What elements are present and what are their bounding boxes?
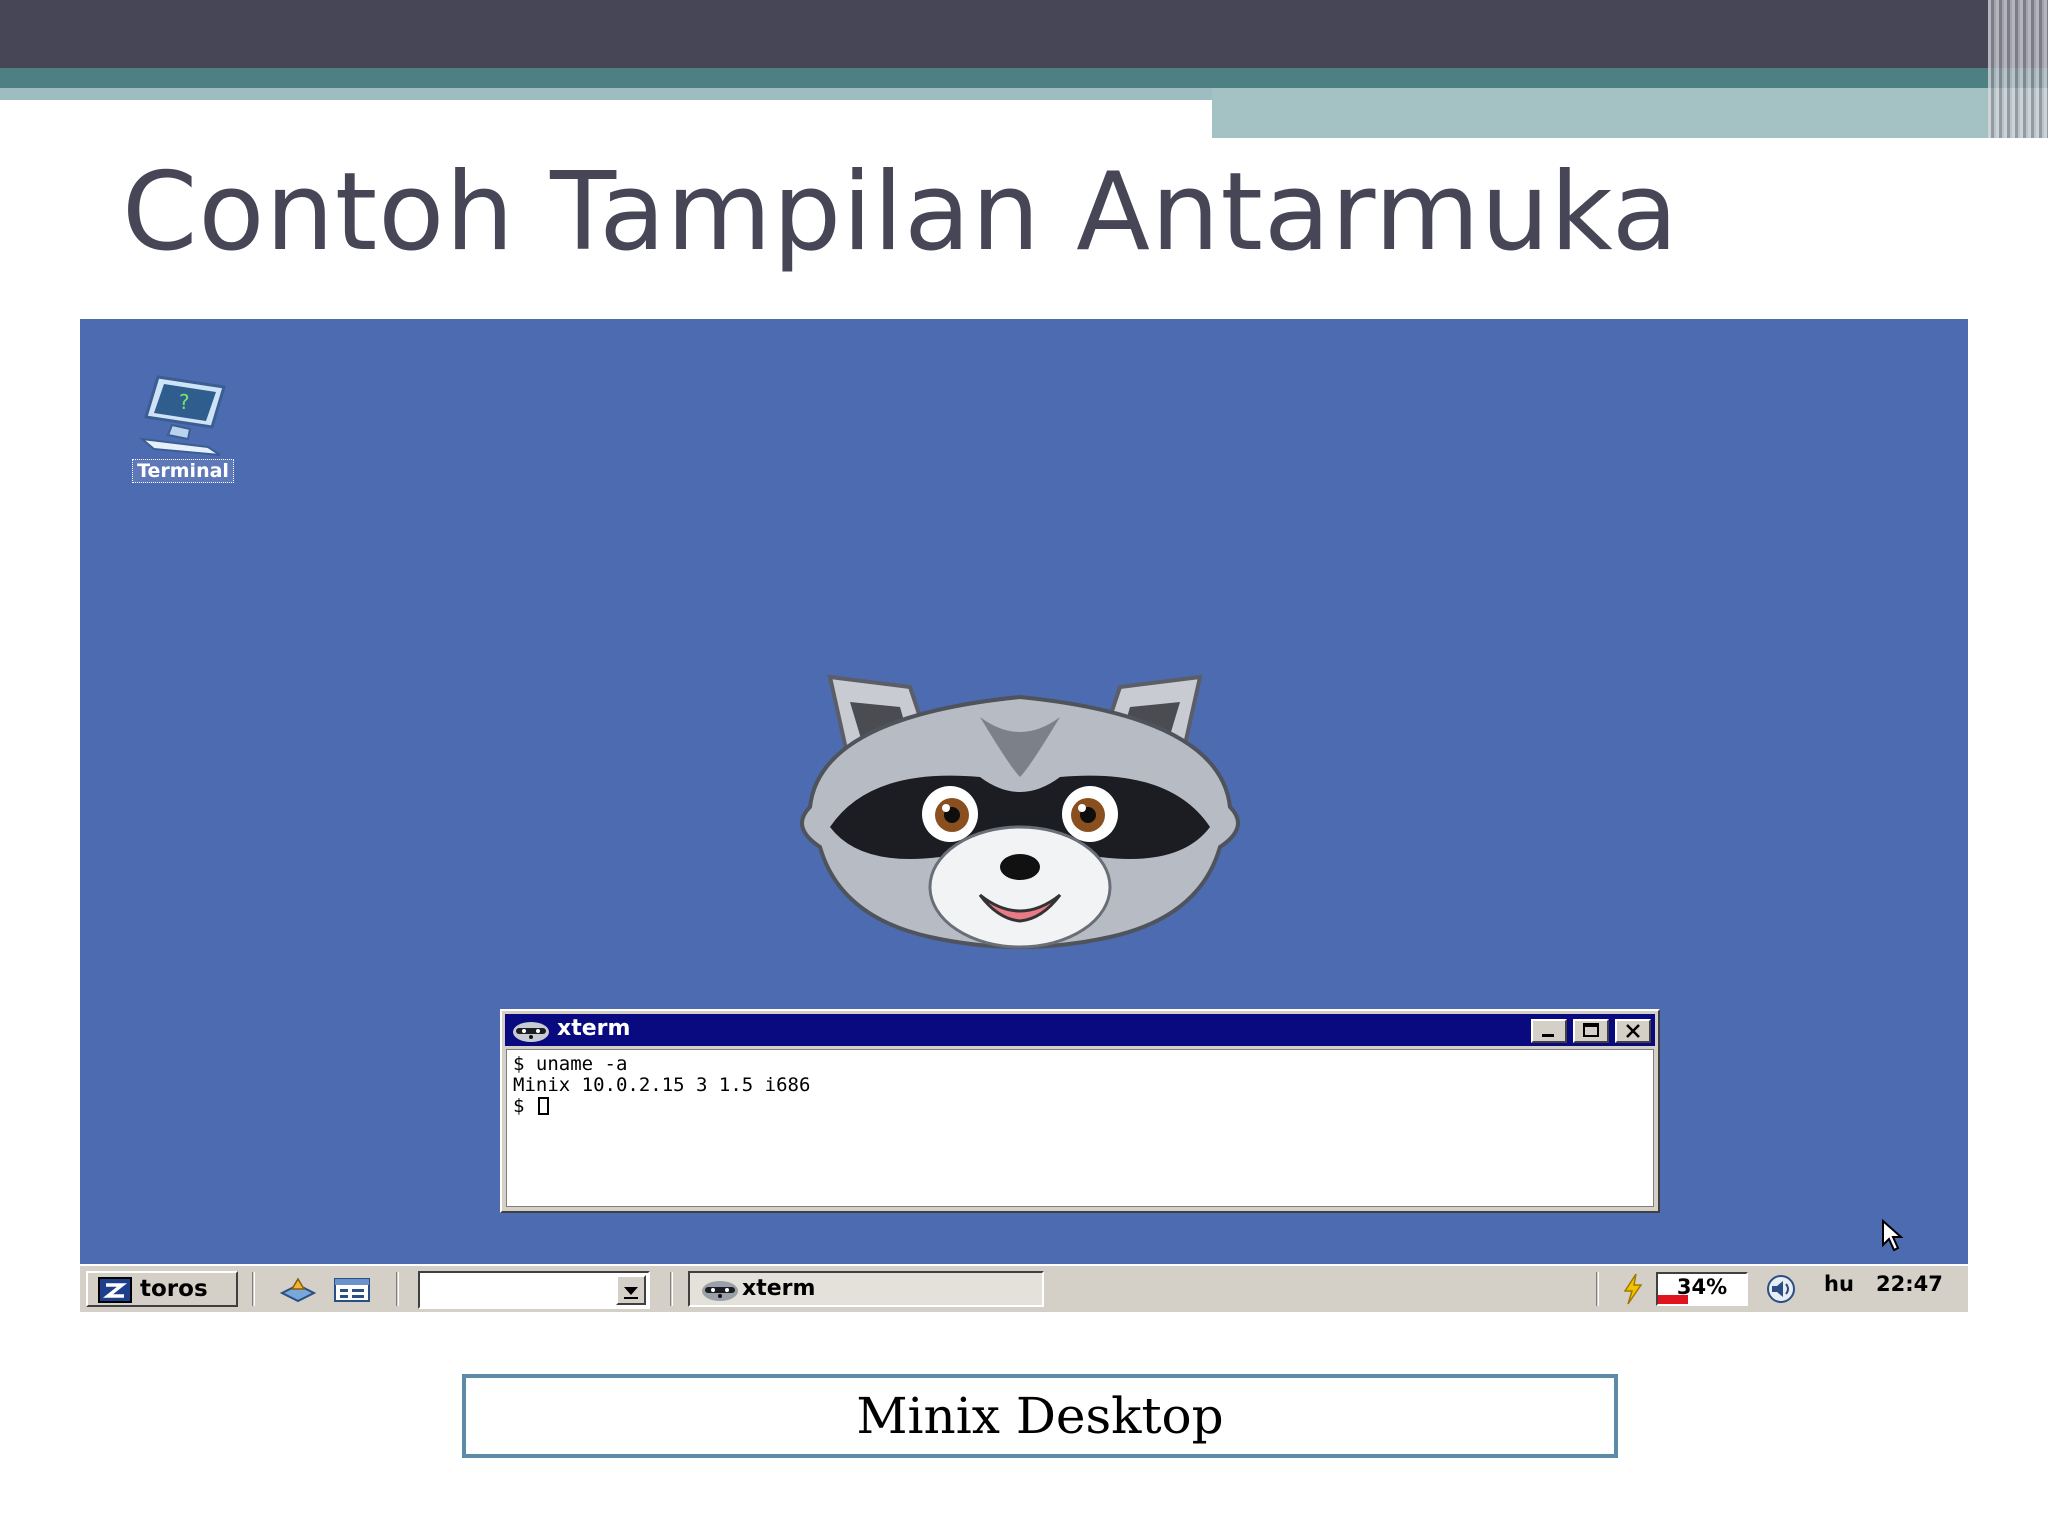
keyboard-layout-indicator[interactable]: hu xyxy=(1824,1272,1854,1296)
terminal-prompt: $ xyxy=(513,1095,536,1117)
battery-percent: 34% xyxy=(1676,1275,1728,1299)
svg-text:?: ? xyxy=(178,390,190,414)
taskbar-separator xyxy=(670,1272,673,1306)
xterm-title: xterm xyxy=(557,1016,631,1041)
task-label: xterm xyxy=(742,1276,816,1301)
slide-header-light-band xyxy=(0,88,1212,100)
start-button[interactable]: toros xyxy=(86,1271,238,1307)
minimize-icon xyxy=(1542,1034,1554,1037)
terminal-cursor xyxy=(537,1097,549,1115)
desktop-icon-label: Terminal xyxy=(132,459,234,483)
taskbar-task-xterm[interactable]: xterm xyxy=(688,1271,1044,1307)
raccoon-mascot-icon xyxy=(800,674,1240,949)
maximize-icon xyxy=(1583,1023,1599,1037)
taskbar-separator xyxy=(396,1272,399,1306)
slide-caption: Minix Desktop xyxy=(462,1374,1618,1458)
speaker-volume-icon[interactable] xyxy=(1764,1274,1798,1304)
terminal-prompt-line: $ xyxy=(513,1096,1647,1117)
raccoon-icon xyxy=(702,1281,738,1301)
close-icon xyxy=(1626,1024,1640,1038)
slide-header-accent xyxy=(0,68,2048,88)
power-bolt-icon xyxy=(1623,1273,1643,1305)
slide-edge-stripes xyxy=(1988,0,2048,138)
terminal-line: $ uname -a xyxy=(513,1053,628,1075)
slide-title: Contoh Tampilan Antarmuka xyxy=(122,150,1679,275)
mouse-pointer-icon xyxy=(1882,1219,1904,1252)
terminal-output[interactable]: $ uname -a Minix 10.0.2.15 3 1.5 i686 $ xyxy=(506,1049,1654,1207)
taskbar: toros xterm 34% hu 22:47 xyxy=(80,1264,1968,1312)
command-combo-box[interactable] xyxy=(418,1271,650,1309)
terminal-line: Minix 10.0.2.15 3 1.5 i686 xyxy=(513,1074,811,1096)
show-desktop-icon[interactable] xyxy=(278,1275,318,1305)
xterm-titlebar[interactable]: xterm xyxy=(505,1014,1655,1046)
clock: 22:47 xyxy=(1876,1272,1943,1296)
minimize-button[interactable] xyxy=(1531,1019,1567,1043)
chevron-down-icon xyxy=(624,1287,638,1299)
slide-header-light-block xyxy=(1212,88,2048,138)
taskbar-separator xyxy=(252,1272,255,1306)
window-list-icon[interactable] xyxy=(332,1275,372,1305)
slide-header-band xyxy=(0,0,2048,68)
minix-desktop: ? Terminal xterm $ uname -a Minix 10.0.2… xyxy=(80,319,1968,1312)
start-logo-icon xyxy=(98,1277,132,1303)
maximize-button[interactable] xyxy=(1573,1019,1609,1043)
terminal-monitor-icon: ? xyxy=(138,375,226,456)
start-label: toros xyxy=(140,1276,208,1302)
xterm-window[interactable]: xterm $ uname -a Minix 10.0.2.15 3 1.5 i6… xyxy=(500,1009,1660,1213)
combo-dropdown-button[interactable] xyxy=(616,1275,646,1305)
close-button[interactable] xyxy=(1615,1019,1651,1043)
desktop-icon-terminal[interactable]: ? Terminal xyxy=(118,369,248,483)
raccoon-icon xyxy=(513,1022,549,1042)
taskbar-separator xyxy=(1596,1272,1599,1306)
battery-indicator[interactable]: 34% xyxy=(1656,1272,1748,1306)
